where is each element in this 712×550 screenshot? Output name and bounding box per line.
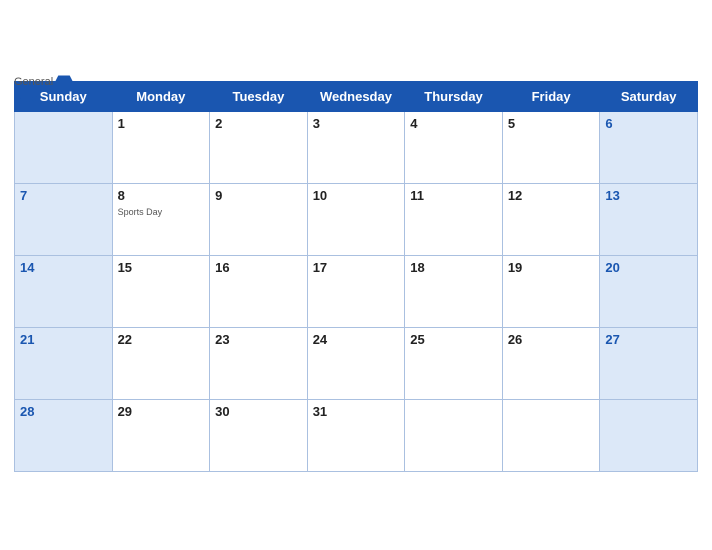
calendar-day-cell: 24: [307, 327, 405, 399]
day-number: 5: [508, 116, 515, 131]
calendar-day-cell: 12: [502, 183, 600, 255]
calendar-day-cell: 29: [112, 399, 210, 471]
day-number: 1: [118, 116, 125, 131]
calendar-week-row: 7 8 Sports Day 9 10 11 12 13: [15, 183, 698, 255]
weekday-header-row: Sunday Monday Tuesday Wednesday Thursday…: [15, 81, 698, 111]
calendar-day-cell: 15: [112, 255, 210, 327]
day-number: 12: [508, 188, 522, 203]
calendar-day-cell: 11: [405, 183, 503, 255]
calendar-day-cell: 1: [112, 111, 210, 183]
calendar-day-cell: 31: [307, 399, 405, 471]
calendar-wrapper: General Blue Sunday Monday Tuesday Wedne…: [0, 65, 712, 486]
header-monday: Monday: [112, 81, 210, 111]
calendar-day-cell: 5: [502, 111, 600, 183]
day-number: 30: [215, 404, 229, 419]
calendar-day-cell: 6: [600, 111, 698, 183]
header-friday: Friday: [502, 81, 600, 111]
day-number: 22: [118, 332, 132, 347]
calendar-day-cell: 13: [600, 183, 698, 255]
calendar-day-cell: 22: [112, 327, 210, 399]
day-number: 6: [605, 116, 612, 131]
event-label: Sports Day: [118, 207, 205, 217]
calendar-day-cell: 26: [502, 327, 600, 399]
calendar-day-cell: 28: [15, 399, 113, 471]
calendar-day-cell: 17: [307, 255, 405, 327]
calendar-day-cell: 25: [405, 327, 503, 399]
calendar-day-cell: 9: [210, 183, 308, 255]
calendar-day-cell: 16: [210, 255, 308, 327]
calendar-day-cell: 20: [600, 255, 698, 327]
day-number: 9: [215, 188, 222, 203]
day-number: 10: [313, 188, 327, 203]
header-tuesday: Tuesday: [210, 81, 308, 111]
calendar-day-cell: [405, 399, 503, 471]
day-number: 11: [410, 188, 424, 203]
day-number: 15: [118, 260, 132, 275]
day-number: 18: [410, 260, 424, 275]
calendar-day-cell: 23: [210, 327, 308, 399]
calendar-day-cell: 18: [405, 255, 503, 327]
day-number: 14: [20, 260, 34, 275]
day-number: 27: [605, 332, 619, 347]
calendar-week-row: 14 15 16 17 18 19 20: [15, 255, 698, 327]
calendar-day-cell: 30: [210, 399, 308, 471]
header-saturday: Saturday: [600, 81, 698, 111]
header-thursday: Thursday: [405, 81, 503, 111]
calendar-day-cell: 3: [307, 111, 405, 183]
calendar-day-cell: 14: [15, 255, 113, 327]
calendar-week-row: 1 2 3 4 5 6: [15, 111, 698, 183]
day-number: 23: [215, 332, 229, 347]
day-number: 29: [118, 404, 132, 419]
day-number: 28: [20, 404, 34, 419]
calendar-day-cell: 27: [600, 327, 698, 399]
calendar-table: Sunday Monday Tuesday Wednesday Thursday…: [14, 81, 698, 472]
calendar-day-cell: 21: [15, 327, 113, 399]
day-number: 8: [118, 188, 125, 203]
calendar-day-cell: 10: [307, 183, 405, 255]
calendar-day-cell: 8 Sports Day: [112, 183, 210, 255]
calendar-day-cell: [600, 399, 698, 471]
calendar-day-cell: [15, 111, 113, 183]
day-number: 19: [508, 260, 522, 275]
calendar-day-cell: 19: [502, 255, 600, 327]
calendar-day-cell: [502, 399, 600, 471]
header-wednesday: Wednesday: [307, 81, 405, 111]
day-number: 7: [20, 188, 27, 203]
day-number: 16: [215, 260, 229, 275]
day-number: 13: [605, 188, 619, 203]
day-number: 25: [410, 332, 424, 347]
day-number: 20: [605, 260, 619, 275]
day-number: 3: [313, 116, 320, 131]
day-number: 26: [508, 332, 522, 347]
day-number: 4: [410, 116, 417, 131]
calendar-day-cell: 2: [210, 111, 308, 183]
calendar-week-row: 28 29 30 31: [15, 399, 698, 471]
calendar-day-cell: 4: [405, 111, 503, 183]
calendar-day-cell: 7: [15, 183, 113, 255]
day-number: 2: [215, 116, 222, 131]
logo-area: General Blue: [14, 75, 73, 107]
day-number: 17: [313, 260, 327, 275]
day-number: 21: [20, 332, 34, 347]
calendar-week-row: 21 22 23 24 25 26 27: [15, 327, 698, 399]
day-number: 24: [313, 332, 327, 347]
logo-bird-icon: [55, 75, 73, 89]
day-number: 31: [313, 404, 327, 419]
